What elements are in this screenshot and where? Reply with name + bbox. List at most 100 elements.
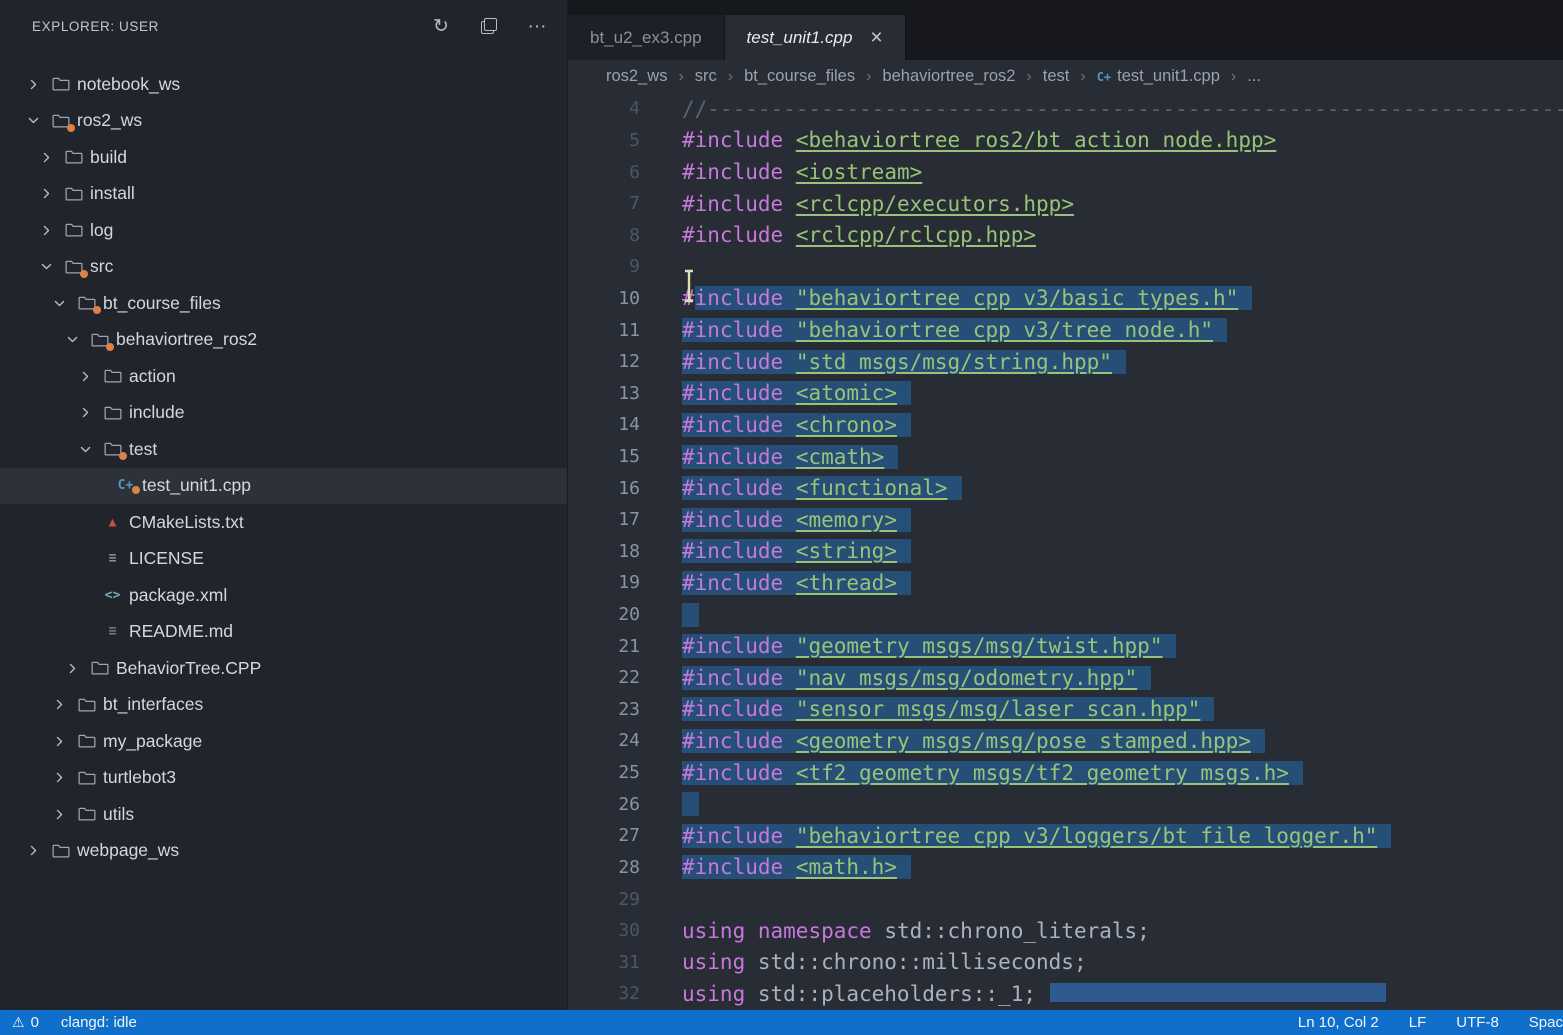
line-content: #include <iostream> bbox=[682, 160, 922, 184]
tab-bt-u2-ex3-cpp[interactable]: bt_u2_ex3.cpp bbox=[568, 15, 725, 60]
tab-label: bt_u2_ex3.cpp bbox=[590, 28, 702, 48]
code-line-27[interactable]: 27#include "behaviortree_cpp_v3/loggers/… bbox=[568, 820, 1563, 852]
code-line-13[interactable]: 13#include <atomic> bbox=[568, 377, 1563, 409]
code-line-5[interactable]: 5#include <behaviortree_ros2/bt_action_n… bbox=[568, 125, 1563, 157]
tree-item-bt-interfaces[interactable]: bt_interfaces bbox=[0, 687, 567, 724]
tree-item-test[interactable]: test bbox=[0, 431, 567, 468]
horizontal-scrollbar[interactable] bbox=[1050, 983, 1386, 1002]
chevron-right-icon[interactable] bbox=[33, 187, 59, 200]
tree-item-install[interactable]: install bbox=[0, 176, 567, 213]
code-line-17[interactable]: 17#include <memory> bbox=[568, 504, 1563, 536]
chevron-right-icon[interactable] bbox=[33, 224, 59, 237]
code-line-7[interactable]: 7#include <rclcpp/executors.hpp> bbox=[568, 188, 1563, 220]
code-line-15[interactable]: 15#include <cmath> bbox=[568, 441, 1563, 473]
tree-item-include[interactable]: include bbox=[0, 395, 567, 432]
code-line-28[interactable]: 28#include <math.h> bbox=[568, 852, 1563, 884]
chevron-right-icon[interactable] bbox=[59, 662, 85, 675]
code-line-18[interactable]: 18#include <string> bbox=[568, 536, 1563, 568]
breadcrumb-item-test-unit1-cpp[interactable]: C+test_unit1.cpp bbox=[1097, 67, 1220, 86]
tree-item-label: turtlebot3 bbox=[103, 767, 176, 788]
code-line-20[interactable]: 20 bbox=[568, 599, 1563, 631]
tree-item-license[interactable]: ≡LICENSE bbox=[0, 541, 567, 578]
breadcrumb-item-ros2-ws[interactable]: ros2_ws bbox=[606, 67, 667, 86]
workbench: EXPLORER: USER ↻··· notebook_wsros2_wsbu… bbox=[0, 0, 1563, 1010]
clangd-status[interactable]: clangd: idle bbox=[61, 1014, 137, 1031]
tree-item-cmakelists-txt[interactable]: ▲CMakeLists.txt bbox=[0, 504, 567, 541]
tree-item-readme-md[interactable]: ≡README.md bbox=[0, 614, 567, 651]
code-line-21[interactable]: 21#include "geometry_msgs/msg/twist.hpp" bbox=[568, 630, 1563, 662]
code-line-4[interactable]: 4//-------------------------------------… bbox=[568, 93, 1563, 125]
collapse-folders-icon[interactable] bbox=[479, 16, 499, 36]
breadcrumb-item-src[interactable]: src bbox=[695, 67, 717, 86]
code-line-6[interactable]: 6#include <iostream> bbox=[568, 156, 1563, 188]
tree-item-log[interactable]: log bbox=[0, 212, 567, 249]
tree-item-build[interactable]: build bbox=[0, 139, 567, 176]
code-line-9[interactable]: 9 bbox=[568, 251, 1563, 283]
tree-item-package-xml[interactable]: <>package.xml bbox=[0, 577, 567, 614]
breadcrumb-item-bt-course-files[interactable]: bt_course_files bbox=[744, 67, 855, 86]
encoding-indicator[interactable]: UTF-8 bbox=[1456, 1014, 1499, 1031]
code-line-19[interactable]: 19#include <thread> bbox=[568, 567, 1563, 599]
cursor-position[interactable]: Ln 10, Col 2 bbox=[1298, 1014, 1379, 1031]
tab-test-unit1-cpp[interactable]: test_unit1.cpp× bbox=[725, 15, 906, 60]
line-content: #include <functional> bbox=[682, 476, 962, 500]
line-content: #include "sensor_msgs/msg/laser_scan.hpp… bbox=[682, 697, 1214, 721]
chevron-right-icon[interactable] bbox=[20, 844, 46, 857]
editor-group: bt_u2_ex3.cpptest_unit1.cpp× ros2_ws›src… bbox=[568, 0, 1563, 1010]
problems-indicator[interactable]: ⚠ 0 bbox=[12, 1014, 39, 1031]
code-line-29[interactable]: 29 bbox=[568, 883, 1563, 915]
tree-item-ros2-ws[interactable]: ros2_ws bbox=[0, 103, 567, 140]
git-modified-dot bbox=[106, 343, 114, 351]
tree-item-turtlebot3[interactable]: turtlebot3 bbox=[0, 760, 567, 797]
folder-icon bbox=[59, 221, 88, 239]
chevron-down-icon[interactable] bbox=[46, 297, 72, 310]
code-line-26[interactable]: 26 bbox=[568, 788, 1563, 820]
chevron-right-icon[interactable] bbox=[33, 151, 59, 164]
code-line-11[interactable]: 11#include "behaviortree_cpp_v3/tree_nod… bbox=[568, 314, 1563, 346]
code-line-31[interactable]: 31using std::chrono::milliseconds; bbox=[568, 946, 1563, 978]
tree-item-test-unit1-cpp[interactable]: C+test_unit1.cpp bbox=[0, 468, 567, 505]
chevron-right-icon[interactable] bbox=[46, 808, 72, 821]
tree-item-behaviortree-ros2[interactable]: behaviortree_ros2 bbox=[0, 322, 567, 359]
tree-item-label: install bbox=[90, 183, 135, 204]
code-line-16[interactable]: 16#include <functional> bbox=[568, 472, 1563, 504]
chevron-down-icon[interactable] bbox=[20, 114, 46, 127]
code-line-23[interactable]: 23#include "sensor_msgs/msg/laser_scan.h… bbox=[568, 694, 1563, 726]
code-line-22[interactable]: 22#include "nav_msgs/msg/odometry.hpp" bbox=[568, 662, 1563, 694]
breadcrumb-item-[interactable]: ... bbox=[1247, 67, 1261, 86]
code-line-14[interactable]: 14#include <chrono> bbox=[568, 409, 1563, 441]
code-line-10[interactable]: 10#include "behaviortree_cpp_v3/basic_ty… bbox=[568, 283, 1563, 315]
tree-item-bt-course-files[interactable]: bt_course_files bbox=[0, 285, 567, 322]
code-line-12[interactable]: 12#include "std_msgs/msg/string.hpp" bbox=[568, 346, 1563, 378]
tree-item-action[interactable]: action bbox=[0, 358, 567, 395]
git-modified-dot bbox=[67, 124, 75, 132]
chevron-right-icon[interactable] bbox=[46, 771, 72, 784]
chevron-down-icon[interactable] bbox=[72, 443, 98, 456]
chevron-right-icon[interactable] bbox=[20, 78, 46, 91]
refresh-icon[interactable]: ↻ bbox=[431, 16, 451, 36]
tree-item-behaviortree-cpp[interactable]: BehaviorTree.CPP bbox=[0, 650, 567, 687]
eol-indicator[interactable]: LF bbox=[1409, 1014, 1427, 1031]
tree-item-my-package[interactable]: my_package bbox=[0, 723, 567, 760]
tree-item-src[interactable]: src bbox=[0, 249, 567, 286]
indentation-indicator[interactable]: Spac bbox=[1529, 1014, 1563, 1031]
line-content: #include <atomic> bbox=[682, 381, 911, 405]
more-actions-icon[interactable]: ··· bbox=[527, 16, 547, 36]
breadcrumb-item-test[interactable]: test bbox=[1043, 67, 1070, 86]
tree-item-webpage-ws[interactable]: webpage_ws bbox=[0, 833, 567, 870]
chevron-right-icon[interactable] bbox=[72, 370, 98, 383]
close-icon[interactable]: × bbox=[870, 27, 882, 48]
code-editor[interactable]: 4//-------------------------------------… bbox=[568, 93, 1563, 1010]
chevron-down-icon[interactable] bbox=[33, 260, 59, 273]
chevron-right-icon[interactable] bbox=[46, 735, 72, 748]
code-line-24[interactable]: 24#include <geometry_msgs/msg/pose_stamp… bbox=[568, 725, 1563, 757]
tree-item-utils[interactable]: utils bbox=[0, 796, 567, 833]
chevron-down-icon[interactable] bbox=[59, 333, 85, 346]
code-line-25[interactable]: 25#include <tf2_geometry_msgs/tf2_geomet… bbox=[568, 757, 1563, 789]
breadcrumb-item-behaviortree-ros2[interactable]: behaviortree_ros2 bbox=[882, 67, 1015, 86]
code-line-8[interactable]: 8#include <rclcpp/rclcpp.hpp> bbox=[568, 219, 1563, 251]
code-line-30[interactable]: 30using namespace std::chrono_literals; bbox=[568, 915, 1563, 947]
chevron-right-icon[interactable] bbox=[46, 698, 72, 711]
tree-item-notebook-ws[interactable]: notebook_ws bbox=[0, 66, 567, 103]
chevron-right-icon[interactable] bbox=[72, 406, 98, 419]
